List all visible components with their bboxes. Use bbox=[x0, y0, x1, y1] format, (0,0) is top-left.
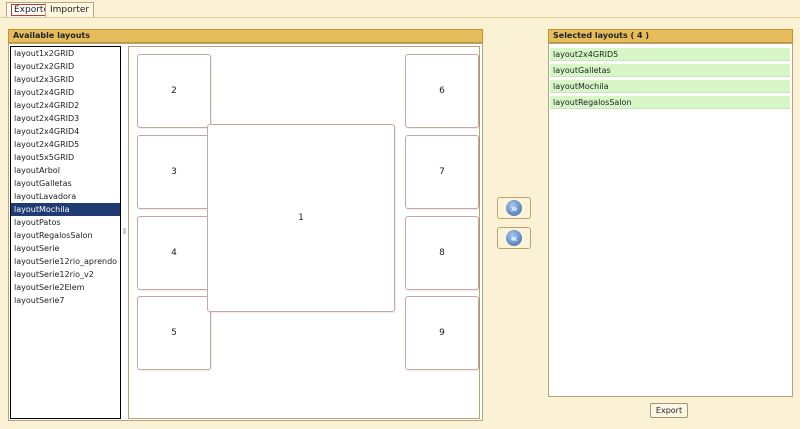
preview-cell-9: 9 bbox=[405, 296, 479, 370]
tab-importer-label: Importer bbox=[50, 5, 90, 15]
list-item[interactable]: layoutSerie12rio_v2 bbox=[11, 268, 120, 281]
list-item[interactable]: layout2x4GRID5 bbox=[11, 138, 120, 151]
move-right-button[interactable]: » bbox=[497, 197, 531, 219]
preview-cell-6: 6 bbox=[405, 54, 479, 128]
list-item[interactable]: layout2x2GRID bbox=[11, 60, 120, 73]
list-item[interactable]: layoutSerie bbox=[11, 242, 120, 255]
list-item[interactable]: layout2x4GRID2 bbox=[11, 99, 120, 112]
layout-preview: 1 2 3 4 5 6 7 8 9 bbox=[128, 46, 480, 419]
list-item[interactable]: layoutPatos bbox=[11, 216, 120, 229]
preview-cell-4: 4 bbox=[137, 216, 211, 290]
list-item[interactable]: layoutRegalosSalon bbox=[550, 96, 790, 109]
list-item[interactable]: layoutLavadora bbox=[11, 190, 120, 203]
selected-layouts-list[interactable]: layout2x4GRID5 layoutGalletas layoutMochil… bbox=[550, 48, 790, 112]
available-layouts-header: Available layouts bbox=[8, 29, 483, 43]
double-chevron-right-icon: » bbox=[506, 200, 522, 216]
list-item[interactable]: layoutSerie12rio_aprendo bbox=[11, 255, 120, 268]
available-layouts-title: Available layouts bbox=[13, 31, 90, 40]
list-item[interactable]: layout2x4GRID5 bbox=[550, 48, 790, 61]
preview-cell-1: 1 bbox=[207, 124, 395, 312]
list-item[interactable]: layoutGalletas bbox=[550, 64, 790, 77]
tab-bar: Exporter Importer bbox=[0, 0, 800, 18]
tab-importer[interactable]: Importer bbox=[45, 2, 95, 17]
list-item[interactable]: layoutMochila bbox=[550, 80, 790, 93]
list-item[interactable]: layout2x4GRID bbox=[11, 86, 120, 99]
preview-cell-7: 7 bbox=[405, 135, 479, 209]
list-item[interactable]: layout2x4GRID3 bbox=[11, 112, 120, 125]
preview-cell-5: 5 bbox=[137, 296, 211, 370]
list-item[interactable]: layoutArbol bbox=[11, 164, 120, 177]
preview-cell-2: 2 bbox=[137, 54, 211, 128]
splitter-handle[interactable] bbox=[123, 228, 126, 234]
move-left-button[interactable]: « bbox=[497, 227, 531, 249]
selected-layouts-title: Selected layouts ( 4 ) bbox=[553, 31, 649, 40]
selected-layouts-header: Selected layouts ( 4 ) bbox=[548, 29, 793, 43]
list-item[interactable]: layoutRegalosSalon bbox=[11, 229, 120, 242]
list-item[interactable]: layout2x4GRID4 bbox=[11, 125, 120, 138]
list-item[interactable]: layoutMochila bbox=[11, 203, 120, 216]
available-layouts-list[interactable]: layout1x2GRID layout2x2GRID layout2x3GRID l… bbox=[10, 46, 121, 419]
list-item[interactable]: layout5x5GRID bbox=[11, 151, 120, 164]
export-button[interactable]: Export bbox=[650, 403, 688, 418]
list-item[interactable]: layoutGalletas bbox=[11, 177, 120, 190]
list-item[interactable]: layout1x2GRID bbox=[11, 47, 120, 60]
list-item[interactable]: layoutSerie7 bbox=[11, 294, 120, 307]
double-chevron-left-icon: « bbox=[506, 230, 522, 246]
preview-cell-3: 3 bbox=[137, 135, 211, 209]
preview-cell-8: 8 bbox=[405, 216, 479, 290]
list-item[interactable]: layoutSerie2Elem bbox=[11, 281, 120, 294]
list-item[interactable]: layout2x3GRID bbox=[11, 73, 120, 86]
